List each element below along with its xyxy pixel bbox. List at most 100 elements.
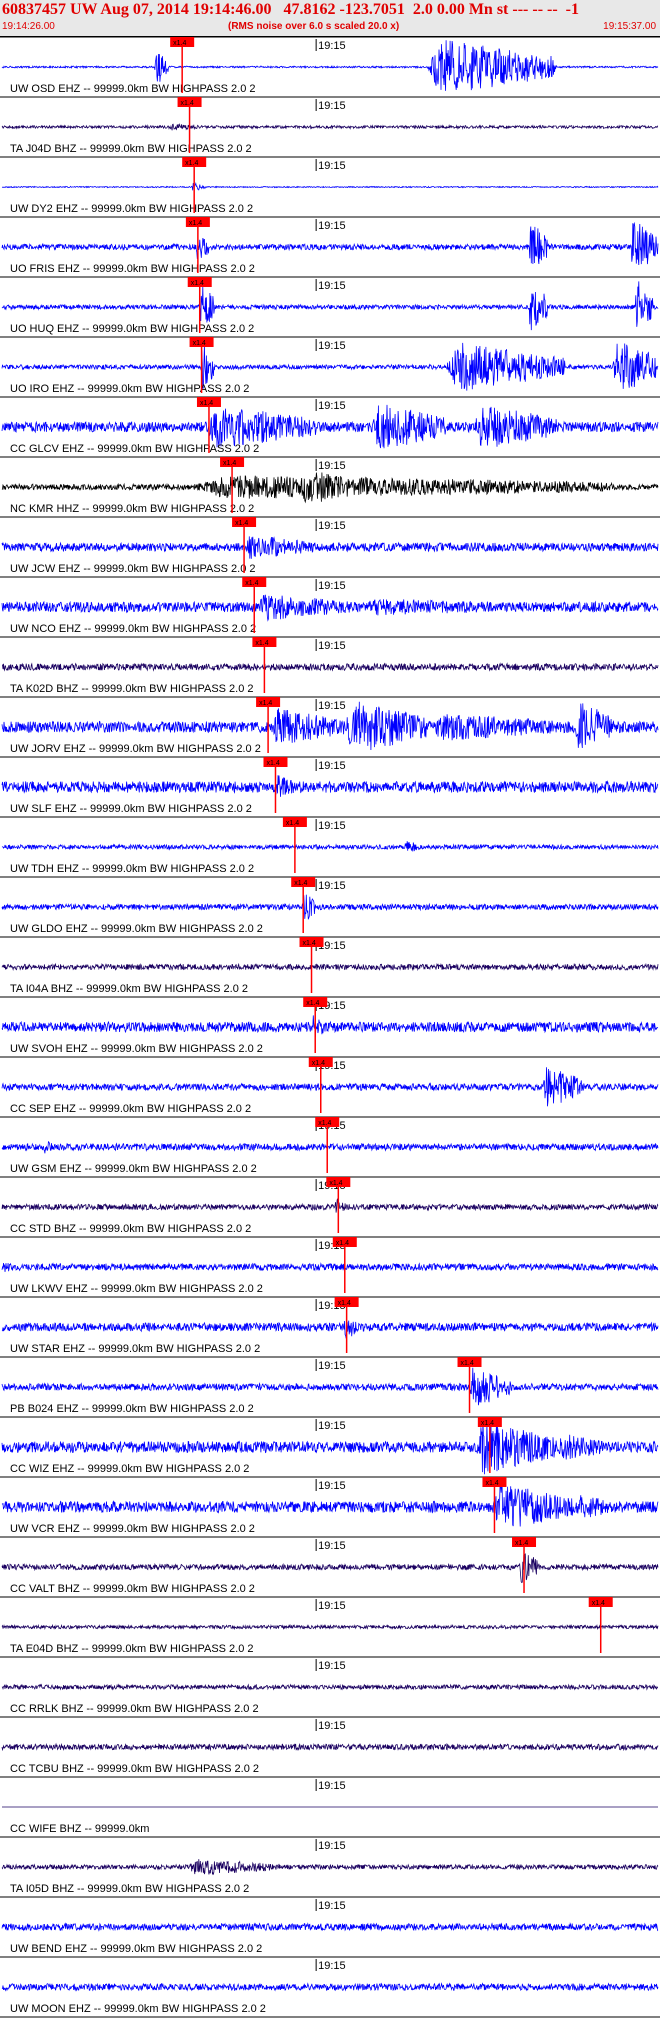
time-tick-label: 19:15 bbox=[318, 1420, 346, 1432]
waveform-trace bbox=[1, 1742, 659, 1752]
trace-label: UW TDH EHZ -- 99999.0km BW HIGHPASS 2.0 … bbox=[10, 863, 254, 875]
pick-label: x1.4 bbox=[235, 520, 248, 527]
pick-label: x1.4 bbox=[191, 280, 204, 287]
waveform-trace bbox=[1, 841, 659, 852]
pick-label: x1.4 bbox=[312, 1060, 325, 1067]
trace-label: UW DY2 EHZ -- 99999.0km BW HIGHPASS 2.0 … bbox=[10, 203, 253, 215]
trace-label: UO HUQ EHZ -- 99999.0km BW HIGHPASS 2.0 … bbox=[10, 323, 254, 335]
trace-label: TA I04A BHZ -- 99999.0km BW HIGHPASS 2.0… bbox=[10, 983, 248, 995]
waveform-trace bbox=[2, 662, 659, 672]
waveform-trace bbox=[1, 122, 659, 131]
trace-label: UW JCW EHZ -- 99999.0km BW HIGHPASS 2.0 … bbox=[10, 563, 256, 575]
trace-label: TA K02D BHZ -- 99999.0km BW HIGHPASS 2.0… bbox=[10, 683, 254, 695]
time-tick-label: 19:15 bbox=[318, 340, 346, 352]
trace-label: CC WIFE BHZ -- 99999.0km bbox=[10, 1823, 149, 1835]
waveform-trace bbox=[1, 894, 659, 920]
trace-label: PB B024 EHZ -- 99999.0km BW HIGHPASS 2.0… bbox=[10, 1403, 254, 1415]
waveform-trace bbox=[1, 1553, 659, 1584]
pick-label: x1.4 bbox=[294, 880, 307, 887]
trace-label: TA J04D BHZ -- 99999.0km BW HIGHPASS 2.0… bbox=[10, 143, 252, 155]
waveform-trace bbox=[1, 775, 659, 797]
pick-label: x1.4 bbox=[303, 940, 316, 947]
trace-label: UO FRIS EHZ -- 99999.0km BW HIGHPASS 2.0… bbox=[10, 263, 255, 275]
trace-label: CC RRLK BHZ -- 99999.0km BW HIGHPASS 2.0… bbox=[10, 1703, 259, 1715]
event-title: 60837457 UW Aug 07, 2014 19:14:46.00 47.… bbox=[2, 1, 579, 18]
time-tick-label: 19:15 bbox=[318, 1900, 346, 1912]
trace-label: UO IRO EHZ -- 99999.0km BW HIGHPASS 2.0 … bbox=[10, 383, 249, 395]
trace-label: UW STAR EHZ -- 99999.0km BW HIGHPASS 2.0… bbox=[10, 1343, 260, 1355]
pick-label: x1.4 bbox=[266, 760, 279, 767]
trace-label: UW MOON EHZ -- 99999.0km BW HIGHPASS 2.0… bbox=[10, 2003, 266, 2015]
time-tick-label: 19:15 bbox=[318, 760, 346, 772]
time-tick-label: 19:15 bbox=[318, 160, 346, 172]
pick-label: x1.4 bbox=[318, 1120, 331, 1127]
time-tick-label: 19:15 bbox=[318, 520, 346, 532]
trace-label: UW NCO EHZ -- 99999.0km BW HIGHPASS 2.0 … bbox=[10, 623, 256, 635]
time-tick-label: 19:15 bbox=[318, 880, 346, 892]
time-tick-label: 19:15 bbox=[318, 700, 346, 712]
trace-label: CC TCBU BHZ -- 99999.0km BW HIGHPASS 2.0… bbox=[10, 1763, 259, 1775]
pick-label: x1.4 bbox=[189, 220, 202, 227]
waveform-trace bbox=[1, 536, 659, 559]
time-tick-label: 19:15 bbox=[318, 1720, 346, 1732]
pick-label: x1.4 bbox=[329, 1180, 342, 1187]
time-tick-label: 19:15 bbox=[318, 1360, 346, 1372]
seismogram-plot: 19:15 UW OSD EHZ -- 99999.0km BW HIGHPASS… bbox=[0, 37, 660, 2018]
end-time: 19:15:37.00 bbox=[603, 21, 656, 32]
waveform-trace bbox=[1, 1367, 659, 1406]
start-time: 19:14:26.00 bbox=[2, 21, 55, 32]
waveform-trace bbox=[1, 594, 659, 622]
trace-label: CC VALT BHZ -- 99999.0km BW HIGHPASS 2.0… bbox=[10, 1583, 255, 1595]
waveform-trace bbox=[1, 1015, 659, 1038]
waveform-trace bbox=[1, 1320, 659, 1339]
waveform-trace bbox=[1, 1623, 659, 1631]
pick-label: x1.4 bbox=[255, 640, 268, 647]
waveform-trace bbox=[1, 1982, 659, 1992]
pick-label: x1.4 bbox=[306, 1000, 319, 1007]
pick-label: x1.4 bbox=[515, 1540, 528, 1547]
pick-label: x1.4 bbox=[461, 1360, 474, 1367]
time-tick-label: 19:15 bbox=[318, 640, 346, 652]
waveform-trace bbox=[1, 1262, 659, 1272]
pick-label: x1.4 bbox=[336, 1240, 349, 1247]
pick-label: x1.4 bbox=[193, 340, 206, 347]
pick-label: x1.4 bbox=[173, 40, 186, 47]
pick-label: x1.4 bbox=[286, 820, 299, 827]
time-tick-label: 19:15 bbox=[318, 580, 346, 592]
pick-label: x1.4 bbox=[245, 580, 258, 587]
trace-label: UW GSM EHZ -- 99999.0km BW HIGHPASS 2.0 … bbox=[10, 1163, 257, 1175]
pick-label: x1.4 bbox=[485, 1480, 498, 1487]
time-tick-label: 19:15 bbox=[318, 1660, 346, 1672]
pick-label: x1.4 bbox=[259, 700, 272, 707]
time-tick-label: 19:15 bbox=[318, 1780, 346, 1792]
time-tick-label: 19:15 bbox=[318, 1960, 346, 1972]
waveform-trace bbox=[1, 1683, 658, 1691]
pick-label: x1.4 bbox=[185, 160, 198, 167]
trace-label: CC WIZ EHZ -- 99999.0km BW HIGHPASS 2.0 … bbox=[10, 1463, 249, 1475]
trace-label: UW LKWV EHZ -- 99999.0km BW HIGHPASS 2.0… bbox=[10, 1283, 263, 1295]
trace-label: UW VCR EHZ -- 99999.0km BW HIGHPASS 2.0 … bbox=[10, 1523, 255, 1535]
pick-label: x1.4 bbox=[592, 1600, 605, 1607]
pick-label: x1.4 bbox=[200, 400, 213, 407]
trace-label: CC SEP EHZ -- 99999.0km BW HIGHPASS 2.0 … bbox=[10, 1103, 251, 1115]
trace-label: UW OSD EHZ -- 99999.0km BW HIGHPASS 2.0 … bbox=[10, 83, 256, 95]
waveform-trace bbox=[1, 472, 659, 504]
trace-label: UW JORV EHZ -- 99999.0km BW HIGHPASS 2.0… bbox=[10, 743, 261, 755]
pick-label: x1.4 bbox=[181, 100, 194, 107]
waveform-trace bbox=[1, 182, 659, 191]
pick-label: x1.4 bbox=[481, 1420, 494, 1427]
time-tick-label: 19:15 bbox=[318, 220, 346, 232]
record-header: 60837457 UW Aug 07, 2014 19:14:46.00 47.… bbox=[0, 0, 660, 37]
waveform-trace bbox=[1, 1859, 659, 1876]
waveform-trace bbox=[1, 1922, 659, 1932]
time-tick-label: 19:15 bbox=[318, 1600, 346, 1612]
time-tick-label: 19:15 bbox=[318, 40, 346, 52]
trace-label: UW GLDO EHZ -- 99999.0km BW HIGHPASS 2.0… bbox=[10, 923, 263, 935]
time-tick-label: 19:15 bbox=[318, 280, 346, 292]
trace-label: UW SLF EHZ -- 99999.0km BW HIGHPASS 2.0 … bbox=[10, 803, 252, 815]
time-tick-label: 19:15 bbox=[318, 460, 346, 472]
trace-label: CC GLCV EHZ -- 99999.0km BW HIGHPASS 2.0… bbox=[10, 443, 259, 455]
pick-label: x1.4 bbox=[338, 1300, 351, 1307]
trace-label: TA E04D BHZ -- 99999.0km BW HIGHPASS 2.0… bbox=[10, 1643, 254, 1655]
time-tick-label: 19:15 bbox=[318, 1840, 346, 1852]
